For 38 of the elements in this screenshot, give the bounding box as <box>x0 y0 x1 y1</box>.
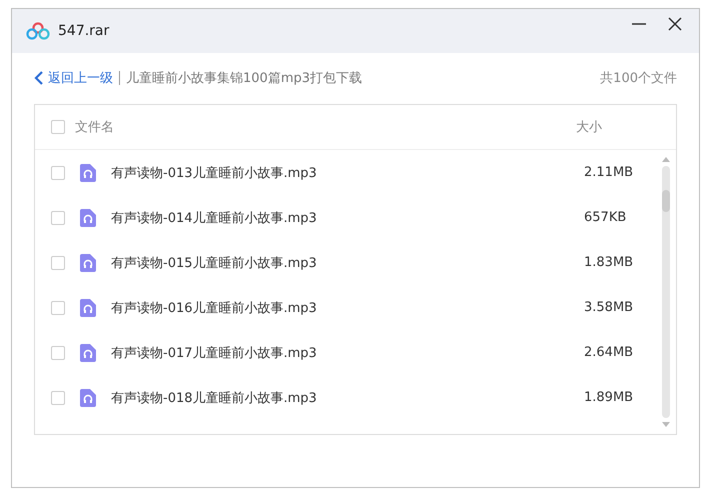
file-size: 2.64MB <box>584 345 634 360</box>
column-header: 大小 <box>576 119 603 136</box>
scroll-up-icon[interactable] <box>662 156 670 162</box>
file-name: 有声读物-015儿童睡前小故事.mp3 <box>111 254 318 272</box>
file-name: 有声读物-016儿童睡前小故事.mp3 <box>111 300 318 316</box>
file-name: 有声读物-017儿童睡前小故事.mp3 <box>111 344 318 362</box>
file-size: 1.89MB <box>584 390 634 405</box>
minimize-icon <box>631 23 647 25</box>
audio-file-icon <box>80 388 96 406</box>
audio-file-icon <box>80 208 96 226</box>
file-name: 有声读物-013儿童睡前小故事.mp3 <box>111 164 318 182</box>
file-size: 657KB <box>584 210 628 225</box>
row-checkbox[interactable] <box>51 210 65 224</box>
column-header: 文件名 <box>75 119 115 136</box>
scroll-down-icon[interactable] <box>662 422 670 428</box>
audio-file-icon <box>80 298 96 316</box>
folder-path: 儿童睡前小故事集锦100篇mp3打包下载 <box>126 70 362 87</box>
file-size: 2.11MB <box>584 165 634 180</box>
audio-file-icon <box>80 164 96 182</box>
row-checkbox[interactable] <box>51 300 65 314</box>
file-name: 有声读物-014儿童睡前小故事.mp3 <box>111 210 318 226</box>
back-link[interactable]: 返回上一级 <box>34 69 113 87</box>
file-count: 共100个文件 <box>600 70 677 87</box>
chevron-left-icon <box>34 71 44 85</box>
select-all-checkbox[interactable] <box>51 120 65 134</box>
row-checkbox[interactable] <box>51 390 65 404</box>
file-size: 1.83MB <box>584 255 634 270</box>
file-size: 3.58MB <box>584 300 634 315</box>
row-checkbox[interactable] <box>51 256 65 270</box>
row-checkbox[interactable] <box>51 346 65 360</box>
scrollbar-thumb[interactable] <box>662 190 670 212</box>
close-icon <box>667 16 683 32</box>
audio-file-icon <box>80 344 96 362</box>
file-name: 有声读物-018儿童睡前小故事.mp3 <box>111 390 318 406</box>
cloud-logo-icon <box>26 22 50 40</box>
row-checkbox[interactable] <box>51 166 65 180</box>
window-title: 547.rar <box>58 23 110 39</box>
audio-file-icon <box>80 254 96 272</box>
